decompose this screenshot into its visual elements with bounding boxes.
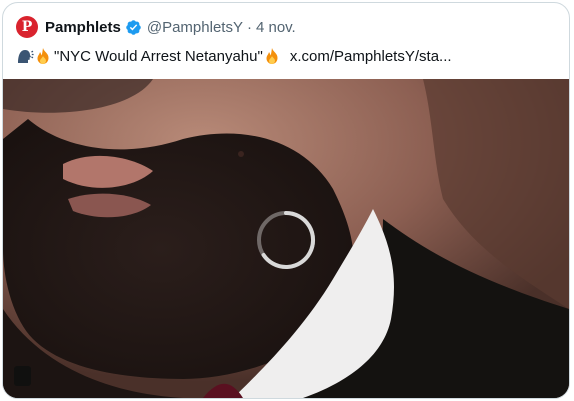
loading-spinner-icon	[257, 211, 316, 269]
fire-emoji-icon	[37, 48, 49, 64]
speaking-head-emoji-icon	[18, 50, 34, 63]
fire-emoji-icon	[266, 48, 278, 64]
video-player[interactable]	[3, 79, 569, 398]
tweet-link[interactable]: x.com/PamphletsY/sta...	[290, 48, 452, 65]
separator-dot: ·	[246, 18, 252, 36]
video-badge	[14, 366, 31, 386]
avatar[interactable]: P	[16, 16, 38, 38]
verified-badge-icon	[126, 19, 141, 35]
avatar-letter: P	[21, 19, 33, 35]
tweet-header: P Pamphlets @PamphletsY · 4 nov.	[16, 13, 556, 41]
author-handle[interactable]: @PamphletsY	[147, 19, 243, 36]
tweet-quote-text: "NYC Would Arrest Netanyahu"	[54, 47, 263, 65]
tweet-card[interactable]: P Pamphlets @PamphletsY · 4 nov. "NYC Wo…	[2, 2, 570, 399]
tweet-text: "NYC Would Arrest Netanyahu" x.com/Pamph…	[16, 44, 556, 68]
tweet-date[interactable]: 4 nov.	[256, 19, 296, 36]
author-name[interactable]: Pamphlets	[45, 19, 121, 36]
